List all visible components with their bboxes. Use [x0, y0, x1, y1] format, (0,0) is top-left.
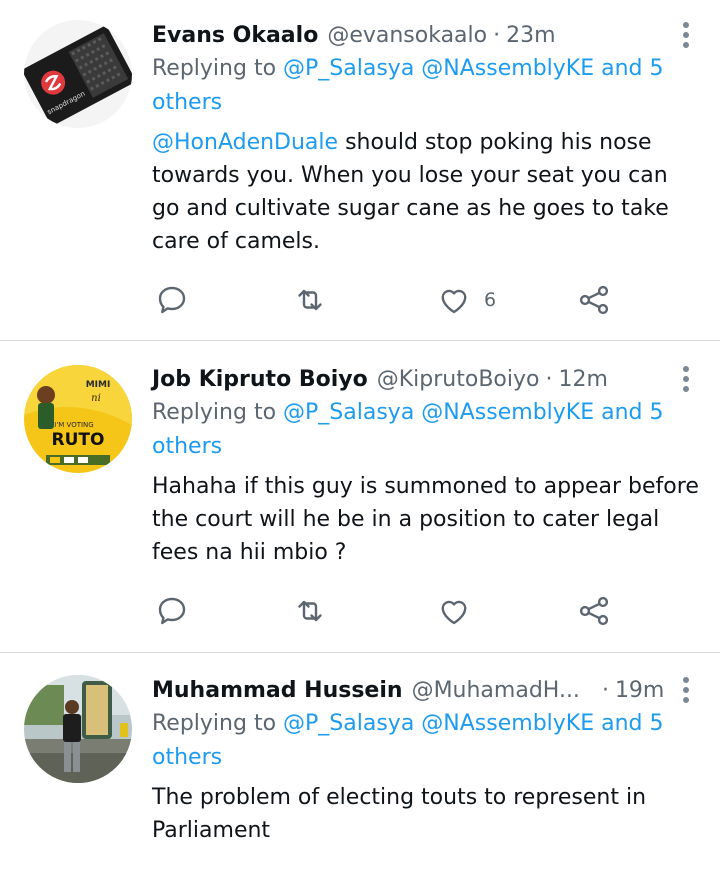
like-button[interactable] — [436, 591, 472, 631]
like-button[interactable]: 6 — [436, 280, 496, 320]
tweet-header: Job Kipruto Boiyo @KiprutoBoiyo · 12m — [152, 362, 702, 396]
retweet-button[interactable] — [292, 591, 328, 631]
display-name[interactable]: Job Kipruto Boiyo — [152, 367, 368, 392]
avatar-image — [24, 675, 132, 783]
like-icon — [441, 289, 467, 314]
avatar-label-top: MIMI — [86, 380, 111, 390]
like-count: 6 — [484, 289, 497, 311]
replying-to-label: Replying to — [152, 56, 284, 81]
separator: · — [601, 677, 609, 703]
tweet-text: Hahaha if this guy is summoned to appear… — [152, 474, 699, 565]
user-handle[interactable]: @MuhamadH... — [412, 678, 580, 703]
replying-to-label: Replying to — [152, 711, 284, 736]
replying-to: Replying to @P_Salasya @NAssemblyKE and … — [152, 52, 702, 120]
avatar[interactable]: snapdragon — [24, 20, 132, 128]
replying-to-label: Replying to — [152, 400, 284, 425]
avatar-label-mid: I'M VOTING — [54, 421, 93, 429]
reply-icon — [158, 286, 186, 314]
replying-to: Replying to @P_Salasya @NAssemblyKE and … — [152, 707, 702, 775]
separator: · — [493, 22, 501, 48]
tweet-feed: snapdragon Evans Okaalo @evansokaalo · 2… — [0, 0, 720, 876]
avatar[interactable]: MIMI ni I'M VOTING RUTO — [24, 365, 132, 473]
retweet-button[interactable] — [292, 280, 328, 320]
share-button[interactable] — [576, 591, 612, 631]
more-options-icon[interactable] — [676, 20, 696, 50]
tweet-header: Muhammad Hussein @MuhamadH... · 19m — [152, 673, 702, 707]
tweet[interactable]: MIMI ni I'M VOTING RUTO Job Kipruto Boiy… — [0, 341, 720, 651]
user-handle[interactable]: @evansokaalo — [327, 23, 487, 48]
display-name[interactable]: Muhammad Hussein — [152, 678, 403, 703]
retweet-icon — [298, 289, 322, 311]
timestamp[interactable]: 12m — [558, 367, 607, 392]
user-handle[interactable]: @KiprutoBoiyo — [377, 367, 540, 392]
tweet-actions: 6 — [152, 280, 622, 320]
tweet-header: Evans Okaalo @evansokaalo · 23m — [152, 18, 702, 52]
tweet[interactable]: Muhammad Hussein @MuhamadH... · 19m Repl… — [0, 653, 720, 876]
retweet-icon — [298, 600, 322, 622]
more-options-icon[interactable] — [676, 364, 696, 394]
avatar-image: MIMI ni I'M VOTING RUTO — [24, 365, 132, 473]
avatar-label-main: RUTO — [52, 430, 105, 450]
reply-icon — [158, 597, 186, 625]
share-icon — [579, 285, 609, 315]
timestamp[interactable]: 19m — [615, 678, 664, 703]
share-button[interactable] — [576, 280, 612, 320]
timestamp[interactable]: 23m — [506, 23, 555, 48]
mention-link[interactable]: @HonAdenDuale — [152, 130, 338, 155]
display-name[interactable]: Evans Okaalo — [152, 23, 318, 48]
more-options-icon[interactable] — [676, 675, 696, 705]
tweet-text: @HonAdenDuale should stop poking his nos… — [152, 126, 702, 258]
svg-text:ni: ni — [91, 393, 101, 404]
tweet[interactable]: snapdragon Evans Okaalo @evansokaalo · 2… — [0, 0, 720, 340]
avatar-image: snapdragon — [24, 20, 132, 128]
tweet-text: The problem of electing touts to represe… — [152, 785, 647, 843]
avatar[interactable] — [24, 675, 132, 783]
tweet-actions — [152, 591, 622, 631]
reply-button[interactable] — [154, 280, 190, 320]
reply-button[interactable] — [154, 591, 190, 631]
separator: · — [545, 366, 553, 392]
like-icon — [441, 600, 467, 625]
replying-to: Replying to @P_Salasya @NAssemblyKE and … — [152, 396, 702, 464]
share-icon — [579, 596, 609, 626]
